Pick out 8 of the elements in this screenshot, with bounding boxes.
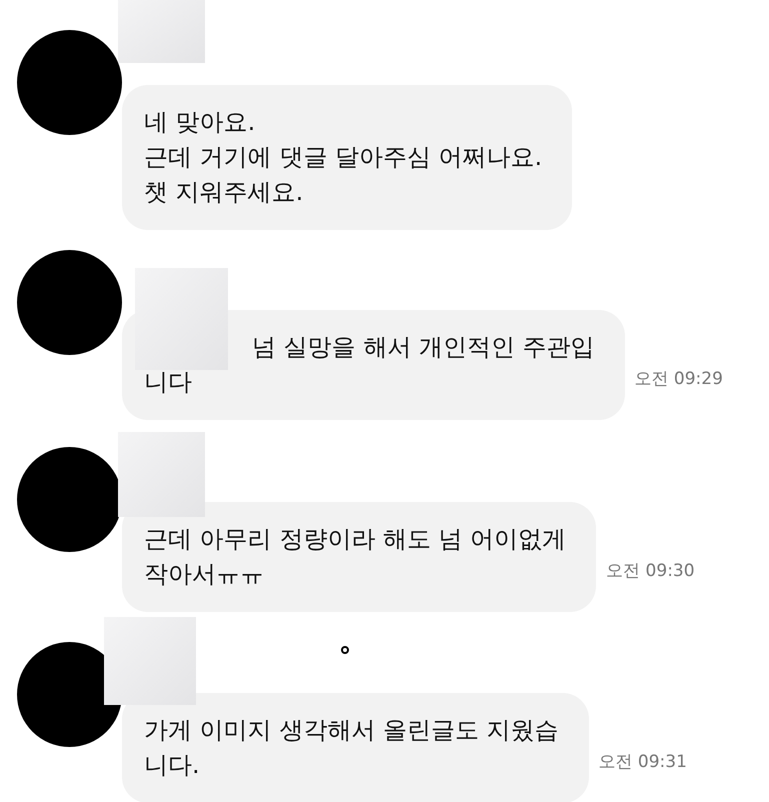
dot-mark [341, 646, 349, 654]
message-time: 오전 09:29 [634, 368, 723, 390]
message-time: 오전 09:31 [598, 750, 687, 774]
message-text: 가게 이미지 생각해서 올린글도 지웠습 니다. [144, 715, 559, 781]
message-text: 넘 실망을 해서 개인적인 주관입 니다 [144, 332, 595, 398]
message-text: 네 맞아요. 근데 거기에 댓글 달아주심 어쩌나요. 챗 지워주세요. [144, 107, 542, 208]
message-text: 근데 아무리 정량이라 해도 넘 어이없게 작아서ㅠㅠ [144, 524, 566, 590]
message-time: 오전 09:30 [606, 560, 695, 582]
